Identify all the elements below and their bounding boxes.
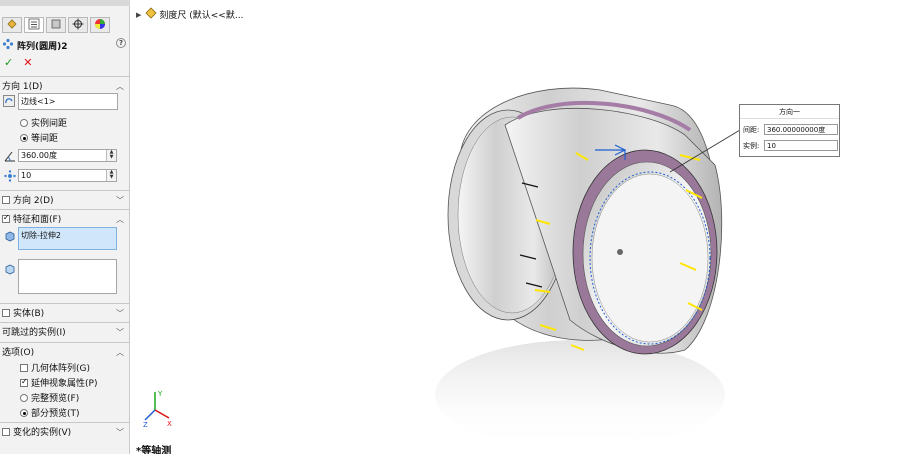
direction2-header-label: 方向 2(D) <box>13 196 54 206</box>
chevron-up-icon[interactable]: ︿ <box>116 214 124 225</box>
features-faces-header[interactable]: 特征和面(F) ︿ <box>0 209 130 227</box>
full-preview-radio[interactable] <box>20 393 28 402</box>
feature-tree-icon <box>6 18 18 33</box>
equal-spacing-radio[interactable] <box>20 133 28 142</box>
instance-count-value: 10 <box>21 171 32 180</box>
edge-selection-value: 边线<1> <box>21 97 56 106</box>
chevron-down-icon[interactable]: ﹀ <box>116 327 124 338</box>
chevron-up-icon[interactable]: ︿ <box>116 347 124 358</box>
model-graphics[interactable]: Y X Z <box>130 0 900 454</box>
direction2-checkbox[interactable] <box>2 195 10 204</box>
partial-preview-option[interactable]: 部分预览(T) <box>20 406 80 419</box>
callout-instances-value: 10 <box>767 142 776 150</box>
skip-instances-header[interactable]: 可跳过的实例(I) ﹀ <box>0 322 130 340</box>
view-orientation-label: *等轴测 <box>136 446 172 454</box>
face-select-icon <box>4 263 16 275</box>
faces-list[interactable] <box>18 259 117 294</box>
callout-instances-label: 实例: <box>743 142 760 150</box>
manager-icon-tabs <box>2 17 110 34</box>
feature-title-row: 阵列(圆周)2 ? <box>2 38 126 52</box>
configuration-manager-tab[interactable] <box>46 17 66 33</box>
propagate-visual-label: 延伸视象属性(P) <box>31 379 98 389</box>
reverse-direction-icon[interactable] <box>3 95 15 107</box>
direction1-header[interactable]: 方向 1(D) ︿ <box>0 76 130 94</box>
circular-pattern-icon <box>2 38 14 53</box>
svg-text:Y: Y <box>157 390 163 398</box>
features-faces-header-label: 特征和面(F) <box>13 215 62 225</box>
instance-spacing-radio[interactable] <box>20 118 28 127</box>
callout-spacing-value: 360.00000000度 <box>767 126 826 134</box>
callout-instances-input[interactable]: 10 <box>764 140 838 151</box>
full-preview-option[interactable]: 完整预览(F) <box>20 391 79 404</box>
ok-button[interactable]: ✓ <box>4 56 13 69</box>
count-spinner[interactable]: ▲ ▼ <box>106 170 116 181</box>
feature-select-icon <box>4 230 16 242</box>
cancel-button[interactable]: ✕ <box>23 56 32 69</box>
angle-spinner[interactable]: ▲ ▼ <box>106 150 116 161</box>
dimxpert-tab[interactable] <box>68 17 88 33</box>
bodies-checkbox[interactable] <box>2 308 10 317</box>
direction1-header-label: 方向 1(D) <box>2 82 43 92</box>
chevron-down-icon[interactable]: ﹀ <box>116 308 124 319</box>
property-manager-tab[interactable] <box>24 17 44 33</box>
bodies-header[interactable]: 实体(B) ﹀ <box>0 303 130 321</box>
full-preview-label: 完整预览(F) <box>31 394 80 404</box>
partial-preview-radio[interactable] <box>20 408 28 417</box>
inner-bore <box>591 173 709 343</box>
chevron-down-icon[interactable]: ﹀ <box>116 195 124 206</box>
callout-spacing-input[interactable]: 360.00000000度 <box>764 124 838 135</box>
propagate-visual-option[interactable]: 延伸视象属性(P) <box>20 376 97 389</box>
features-list[interactable]: 切除-拉伸2 <box>18 227 117 250</box>
chevron-down-icon[interactable]: ﹀ <box>116 427 124 438</box>
bodies-header-label: 实体(B) <box>13 309 45 319</box>
angle-input[interactable]: 360.00度 ▲ ▼ <box>18 149 117 162</box>
equal-spacing-label: 等间距 <box>31 134 59 144</box>
instance-count-icon <box>4 170 16 182</box>
options-header[interactable]: 选项(O) ︿ <box>0 342 130 360</box>
partial-preview-label: 部分预览(T) <box>31 409 80 419</box>
ok-cancel-bar: ✓ ✕ <box>4 56 32 69</box>
help-icon[interactable]: ? <box>116 38 126 48</box>
angle-value: 360.00度 <box>21 151 57 160</box>
page-title: 阵列(圆周)2 <box>17 41 68 52</box>
selected-feature-item[interactable]: 切除-拉伸2 <box>21 231 61 240</box>
callout-instances-row: 实例: <box>743 141 759 151</box>
angle-icon <box>4 150 16 162</box>
equal-spacing-option[interactable]: 等间距 <box>20 131 58 144</box>
varied-instances-checkbox[interactable] <box>2 427 10 436</box>
instance-count-input[interactable]: 10 ▲ ▼ <box>18 169 117 182</box>
instance-spacing-label: 实例间距 <box>31 119 68 129</box>
crosshair-icon <box>72 18 84 33</box>
options-header-label: 选项(O) <box>2 348 35 358</box>
manager-tab-strip[interactable] <box>0 0 130 6</box>
callout-spacing-label: 间距: <box>743 126 760 134</box>
instance-spacing-option[interactable]: 实例间距 <box>20 116 67 129</box>
skip-instances-header-label: 可跳过的实例(I) <box>2 328 66 338</box>
display-manager-tab[interactable] <box>90 17 110 33</box>
varied-instances-header-label: 变化的实例(V) <box>13 428 72 438</box>
svg-text:Z: Z <box>143 421 148 429</box>
geometry-pattern-checkbox[interactable] <box>20 363 28 372</box>
graphics-viewport[interactable]: ▶ 刻度尺 (默认<<默... Y X Z 方向一 间距: 360.000000… <box>130 0 900 454</box>
callout-spacing-row: 间距: <box>743 125 759 135</box>
features-faces-checkbox[interactable] <box>2 213 10 223</box>
direction2-header[interactable]: 方向 2(D) ﹀ <box>0 190 130 208</box>
direction-callout: 方向一 间距: 360.00000000度 实例: 10 <box>739 104 840 157</box>
origin-point <box>617 249 623 255</box>
coordinate-triad: Y X Z <box>143 390 172 429</box>
color-wheel-icon <box>94 18 106 33</box>
floor-reflection <box>435 340 725 450</box>
varied-instances-header[interactable]: 变化的实例(V) ﹀ <box>0 422 130 440</box>
configuration-icon <box>50 18 62 33</box>
callout-title: 方向一 <box>740 105 839 119</box>
chevron-up-icon[interactable]: ︿ <box>116 81 124 92</box>
property-list-icon <box>28 18 40 33</box>
propagate-visual-checkbox[interactable] <box>20 377 28 387</box>
edge-selection-field[interactable]: 边线<1> <box>18 93 118 110</box>
svg-text:X: X <box>167 420 172 428</box>
geometry-pattern-option[interactable]: 几何体阵列(G) <box>20 361 90 374</box>
property-manager-panel: 阵列(圆周)2 ? ✓ ✕ 方向 1(D) ︿ 边线<1> 实例间距 等间距 3… <box>0 0 130 454</box>
geometry-pattern-label: 几何体阵列(G) <box>31 364 90 374</box>
feature-manager-tab[interactable] <box>2 17 22 33</box>
